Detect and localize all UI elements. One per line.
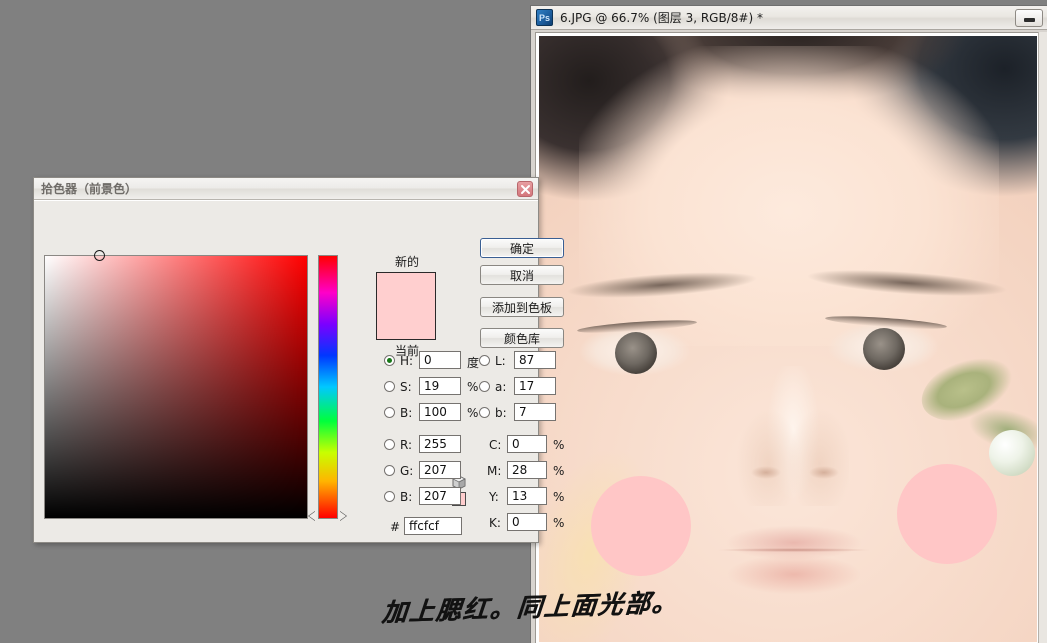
unit-m: % <box>553 464 565 478</box>
photoshop-icon: Ps <box>536 9 553 26</box>
color-libraries-button[interactable]: 颜色库 <box>480 328 564 348</box>
input-r[interactable]: 255 <box>419 435 461 453</box>
hue-slider-handle-right[interactable] <box>339 511 346 521</box>
label-hex: # <box>390 520 401 534</box>
iris-right <box>863 328 905 370</box>
ok-button[interactable]: 确定 <box>480 238 564 258</box>
hue-slider-handle-left[interactable] <box>309 511 316 521</box>
label-h: H: <box>400 354 414 368</box>
color-picker-dialog: 拾色器（前景色） 只有 Web 颜色 新的 <box>33 177 564 543</box>
pearl-bead <box>989 430 1035 476</box>
radio-a[interactable] <box>479 381 490 392</box>
label-b-lab: b: <box>495 406 507 420</box>
add-to-swatches-button[interactable]: 添加到色板 <box>480 297 564 317</box>
radio-s[interactable] <box>384 381 395 392</box>
unit-k: % <box>553 516 565 530</box>
label-l: L: <box>495 354 506 368</box>
label-y: Y: <box>489 490 499 504</box>
canvas-vertical-scrollbar[interactable] <box>1038 32 1047 643</box>
photoshop-document-window: Ps 6.JPG @ 66.7% (图层 3, RGB/8#) * <box>530 5 1047 643</box>
nostril-left <box>751 466 781 479</box>
minimize-button[interactable] <box>1015 9 1043 27</box>
input-c[interactable]: 0 <box>507 435 547 453</box>
hue-slider[interactable] <box>318 255 338 519</box>
lips <box>709 524 879 596</box>
minimize-icon <box>1023 18 1035 22</box>
radio-h[interactable] <box>384 355 395 366</box>
new-color-swatch[interactable] <box>377 273 435 306</box>
input-l[interactable]: 87 <box>514 351 556 369</box>
radio-r[interactable] <box>384 439 395 450</box>
unit-c: % <box>553 438 565 452</box>
radio-b-blue[interactable] <box>384 491 395 502</box>
canvas-frame[interactable] <box>535 32 1039 643</box>
iris-left <box>615 332 657 374</box>
input-h[interactable]: 0 <box>419 351 461 369</box>
current-color-swatch[interactable] <box>377 306 435 339</box>
photo-canvas[interactable] <box>539 36 1037 642</box>
unit-s: % <box>467 380 479 394</box>
label-m: M: <box>487 464 502 478</box>
input-b-blue[interactable]: 207 <box>419 487 461 505</box>
radio-l[interactable] <box>479 355 490 366</box>
radio-b-brightness[interactable] <box>384 407 395 418</box>
unit-y: % <box>553 490 565 504</box>
saturation-brightness-field[interactable] <box>44 250 308 519</box>
input-hex[interactable]: ffcfcf <box>404 517 462 535</box>
blush-circle-left <box>591 476 691 576</box>
blush-circle-right <box>897 464 997 564</box>
new-color-label: 新的 <box>394 255 419 269</box>
label-r: R: <box>400 438 413 452</box>
document-title: 6.JPG @ 66.7% (图层 3, RGB/8#) * <box>560 11 763 25</box>
radio-g[interactable] <box>384 465 395 476</box>
label-b-brightness: B: <box>400 406 413 420</box>
label-c: C: <box>489 438 502 452</box>
color-picker-titlebar[interactable]: 拾色器（前景色） <box>34 178 538 200</box>
radio-b-lab[interactable] <box>479 407 490 418</box>
color-field-marker[interactable] <box>94 250 105 261</box>
input-m[interactable]: 28 <box>507 461 547 479</box>
label-g: G: <box>400 464 414 478</box>
forehead <box>579 46 999 346</box>
close-icon[interactable] <box>517 181 533 197</box>
input-y[interactable]: 13 <box>507 487 547 505</box>
label-s: S: <box>400 380 412 394</box>
color-picker-title: 拾色器（前景色） <box>41 182 138 196</box>
input-g[interactable]: 207 <box>419 461 461 479</box>
label-a: a: <box>495 380 507 394</box>
color-preview-box[interactable] <box>376 272 436 340</box>
cancel-button[interactable]: 取消 <box>480 265 564 285</box>
input-a[interactable]: 17 <box>514 377 556 395</box>
photoshop-titlebar[interactable]: Ps 6.JPG @ 66.7% (图层 3, RGB/8#) * <box>531 6 1047 30</box>
label-b-blue: B: <box>400 490 413 504</box>
label-k: K: <box>489 516 501 530</box>
color-picker-body: 只有 Web 颜色 新的 当前 确定 取消 <box>34 200 564 542</box>
input-b-brightness[interactable]: 100 <box>419 403 461 421</box>
input-s[interactable]: 19 <box>419 377 461 395</box>
unit-b-brightness: % <box>467 406 479 420</box>
lip-line <box>717 548 871 552</box>
nose <box>737 366 849 506</box>
screen: Ps 6.JPG @ 66.7% (图层 3, RGB/8#) * 加上腮红。同… <box>0 0 1047 643</box>
input-b-lab[interactable]: 7 <box>514 403 556 421</box>
unit-h: 度 <box>467 356 480 370</box>
input-k[interactable]: 0 <box>507 513 547 531</box>
color-preview-column: 新的 当前 <box>376 253 438 359</box>
nostril-right <box>809 466 839 479</box>
